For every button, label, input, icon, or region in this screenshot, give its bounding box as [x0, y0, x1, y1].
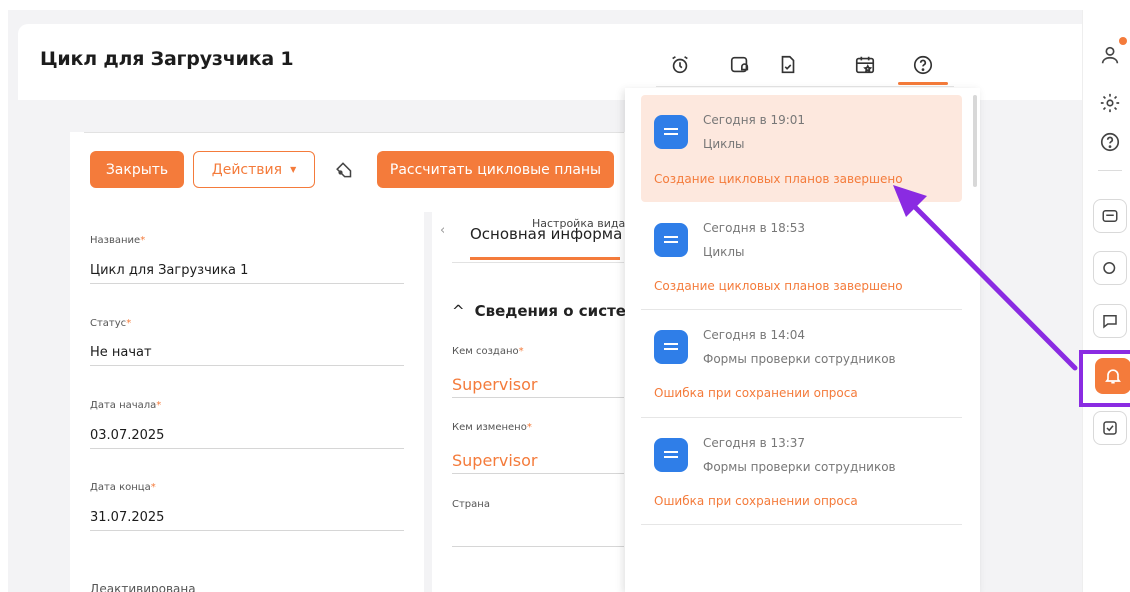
required-mark: *: [150, 482, 156, 493]
mail-icon[interactable]: [1093, 199, 1127, 233]
notification-item[interactable]: Сегодня в 14:04 Формы проверки сотрудник…: [641, 310, 962, 417]
settings-icon[interactable]: [1093, 86, 1127, 120]
annotation-highlight-box: [1079, 350, 1130, 407]
chevron-left-icon[interactable]: ‹: [440, 223, 445, 238]
created-by-link[interactable]: Supervisor: [452, 375, 538, 394]
window-bell-icon[interactable]: [725, 50, 755, 80]
field-label-text: Статус: [90, 318, 127, 329]
required-mark: *: [518, 346, 524, 357]
card-divider: [84, 132, 624, 133]
notification-time: Сегодня в 18:53: [703, 221, 806, 235]
field-value-start-date[interactable]: 03.07.2025: [90, 428, 164, 443]
notification-message: Создание цикловых планов завершено: [654, 279, 903, 293]
help-icon[interactable]: [908, 50, 938, 80]
field-underline: [90, 448, 404, 449]
field-value-status[interactable]: Не начат: [90, 345, 152, 360]
notification-time: Сегодня в 14:04: [703, 328, 806, 342]
notification-category: Циклы: [703, 245, 745, 259]
section-title-text: Сведения о систе: [474, 302, 626, 320]
notification-time: Сегодня в 13:37: [703, 436, 806, 450]
field-label-modified-by: Кем изменено*: [452, 422, 532, 433]
toolbar-active-underline: [898, 82, 948, 85]
list-icon: [654, 330, 688, 364]
notification-item[interactable]: Сегодня в 13:37 Формы проверки сотрудник…: [641, 418, 962, 525]
field-label-start-date: Дата начала*: [90, 400, 161, 411]
calculate-plans-button[interactable]: Рассчитать цикловые планы: [377, 151, 614, 188]
column-divider: [424, 212, 432, 592]
toolbar-divider: [656, 86, 954, 87]
field-underline: [90, 530, 404, 531]
notification-time: Сегодня в 19:01: [703, 113, 806, 127]
chevron-up-icon: ^: [452, 302, 465, 320]
required-mark: *: [156, 400, 162, 411]
app-canvas: Цикл для Загрузчика 1 Закрыть Действия ▼…: [0, 0, 1130, 592]
tag-icon[interactable]: [332, 159, 354, 181]
field-label-deactivated: Деактивирована: [90, 582, 196, 592]
message-icon[interactable]: [1093, 304, 1127, 338]
field-label-text: Дата конца: [90, 482, 151, 493]
field-underline: [452, 473, 624, 474]
list-icon: [654, 438, 688, 472]
notification-category: Формы проверки сотрудников: [703, 352, 896, 366]
actions-label: Действия: [211, 161, 283, 178]
modified-by-link[interactable]: Supervisor: [452, 451, 538, 470]
calendar-star-icon[interactable]: [850, 50, 880, 80]
detail-column: [432, 212, 632, 592]
notification-dot: [1119, 37, 1127, 45]
field-label-end-date: Дата конца*: [90, 482, 156, 493]
field-label-text: Дата начала: [90, 400, 157, 411]
notification-message: Ошибка при сохранении опроса: [654, 494, 858, 508]
actions-dropdown-button[interactable]: Действия ▼: [193, 151, 315, 188]
field-label-status: Статус*: [90, 318, 131, 329]
required-mark: *: [140, 235, 146, 246]
rail-divider: [1098, 170, 1122, 171]
field-label-text: Кем создано: [452, 346, 519, 357]
notification-message: Создание цикловых планов завершено: [654, 172, 903, 186]
field-value-end-date[interactable]: 31.07.2025: [90, 510, 164, 525]
document-check-icon[interactable]: [773, 50, 803, 80]
required-mark: *: [526, 422, 532, 433]
alarm-clock-icon[interactable]: [665, 50, 695, 80]
field-underline: [452, 397, 624, 398]
task-check-icon[interactable]: [1093, 411, 1127, 445]
field-value-name[interactable]: Цикл для Загрузчика 1: [90, 263, 248, 278]
notification-category: Циклы: [703, 137, 745, 151]
tab-main-info[interactable]: Основная информа: [470, 225, 622, 243]
list-icon: [654, 115, 688, 149]
notification-category: Формы проверки сотрудников: [703, 460, 896, 474]
close-button[interactable]: Закрыть: [90, 151, 184, 188]
field-label-text: Название: [90, 235, 141, 246]
required-mark: *: [126, 318, 132, 329]
field-underline: [452, 546, 624, 547]
section-system-info[interactable]: ^ Сведения о систе: [452, 302, 626, 320]
help-icon[interactable]: [1093, 125, 1127, 159]
field-label-text: Кем изменено: [452, 422, 527, 433]
field-label-created-by: Кем создано*: [452, 346, 524, 357]
notification-divider: [641, 524, 962, 525]
page-title: Цикл для Загрузчика 1: [40, 48, 294, 70]
caret-down-icon: ▼: [290, 165, 297, 174]
tab-active-underline: [470, 257, 620, 260]
tab-divider: [452, 262, 624, 263]
chat-dots-icon[interactable]: [1093, 251, 1127, 285]
list-icon: [654, 223, 688, 257]
field-underline: [90, 365, 404, 366]
field-label-name: Название*: [90, 235, 145, 246]
notification-item[interactable]: Сегодня в 18:53 Циклы Создание цикловых …: [641, 203, 962, 310]
field-underline: [90, 283, 404, 284]
notification-item[interactable]: Сегодня в 19:01 Циклы Создание цикловых …: [641, 95, 962, 202]
notification-message: Ошибка при сохранении опроса: [654, 386, 858, 400]
notifications-scrollbar[interactable]: [973, 95, 977, 187]
field-label-country: Страна: [452, 499, 490, 510]
